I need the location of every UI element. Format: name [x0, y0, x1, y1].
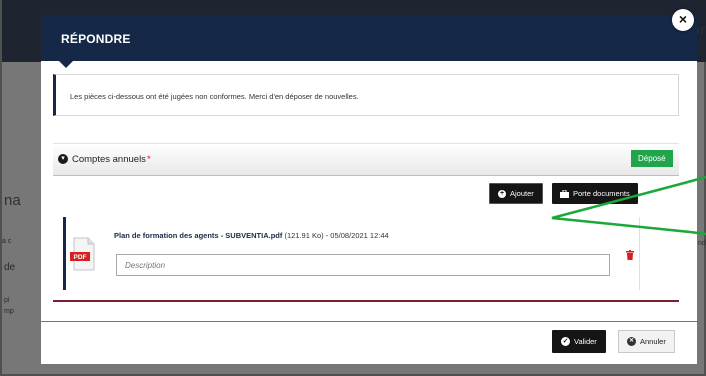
cancel-button[interactable]: ✕ Annuler — [618, 330, 675, 353]
portfolio-button[interactable]: Porte documents — [552, 183, 638, 204]
document-title: Plan de formation des agents - SUBVENTIA… — [114, 231, 389, 240]
document-card: PDF Plan de formation des agents - SUBVE… — [63, 217, 640, 290]
add-button[interactable]: + Ajouter — [489, 183, 543, 204]
status-badge: Déposé — [631, 150, 673, 167]
pdf-label: PDF — [74, 254, 87, 261]
document-name[interactable]: Plan de formation des agents - SUBVENTIA… — [114, 231, 282, 240]
plus-circle-icon: + — [498, 189, 506, 198]
pdf-file-icon: PDF — [70, 237, 95, 271]
section-header-annual-accounts[interactable]: ▾ Comptes annuels* Déposé — [53, 143, 679, 176]
cancel-button-label: Annuler — [640, 337, 666, 346]
header-notch — [59, 61, 73, 68]
close-button[interactable]: × — [672, 9, 694, 31]
add-button-label: Ajouter — [510, 189, 534, 198]
required-marker: * — [146, 154, 151, 165]
reply-modal: RÉPONDRE Les pièces ci-dessous ont été j… — [41, 15, 697, 364]
section-divider — [53, 300, 679, 302]
document-meta: (121.91 Ko) - 05/08/2021 12:44 — [284, 231, 389, 240]
check-circle-icon: ✓ — [561, 337, 570, 346]
portfolio-button-label: Porte documents — [573, 189, 630, 198]
description-input[interactable] — [116, 254, 610, 276]
modal-header: RÉPONDRE — [41, 15, 697, 61]
footer-divider — [41, 321, 697, 322]
notice-box: Les pièces ci-dessous ont été jugées non… — [53, 74, 679, 116]
trash-icon[interactable] — [626, 250, 634, 260]
modal-title: RÉPONDRE — [61, 32, 131, 46]
section-title: Comptes annuels* — [72, 154, 151, 165]
notice-text: Les pièces ci-dessous ont été jugées non… — [70, 92, 359, 101]
validate-button-label: Valider — [574, 337, 597, 346]
section-title-text: Comptes annuels — [72, 154, 146, 165]
chevron-down-icon[interactable]: ▾ — [58, 154, 68, 164]
briefcase-icon — [560, 189, 569, 198]
cancel-circle-icon: ✕ — [627, 337, 636, 346]
validate-button[interactable]: ✓ Valider — [552, 330, 606, 353]
